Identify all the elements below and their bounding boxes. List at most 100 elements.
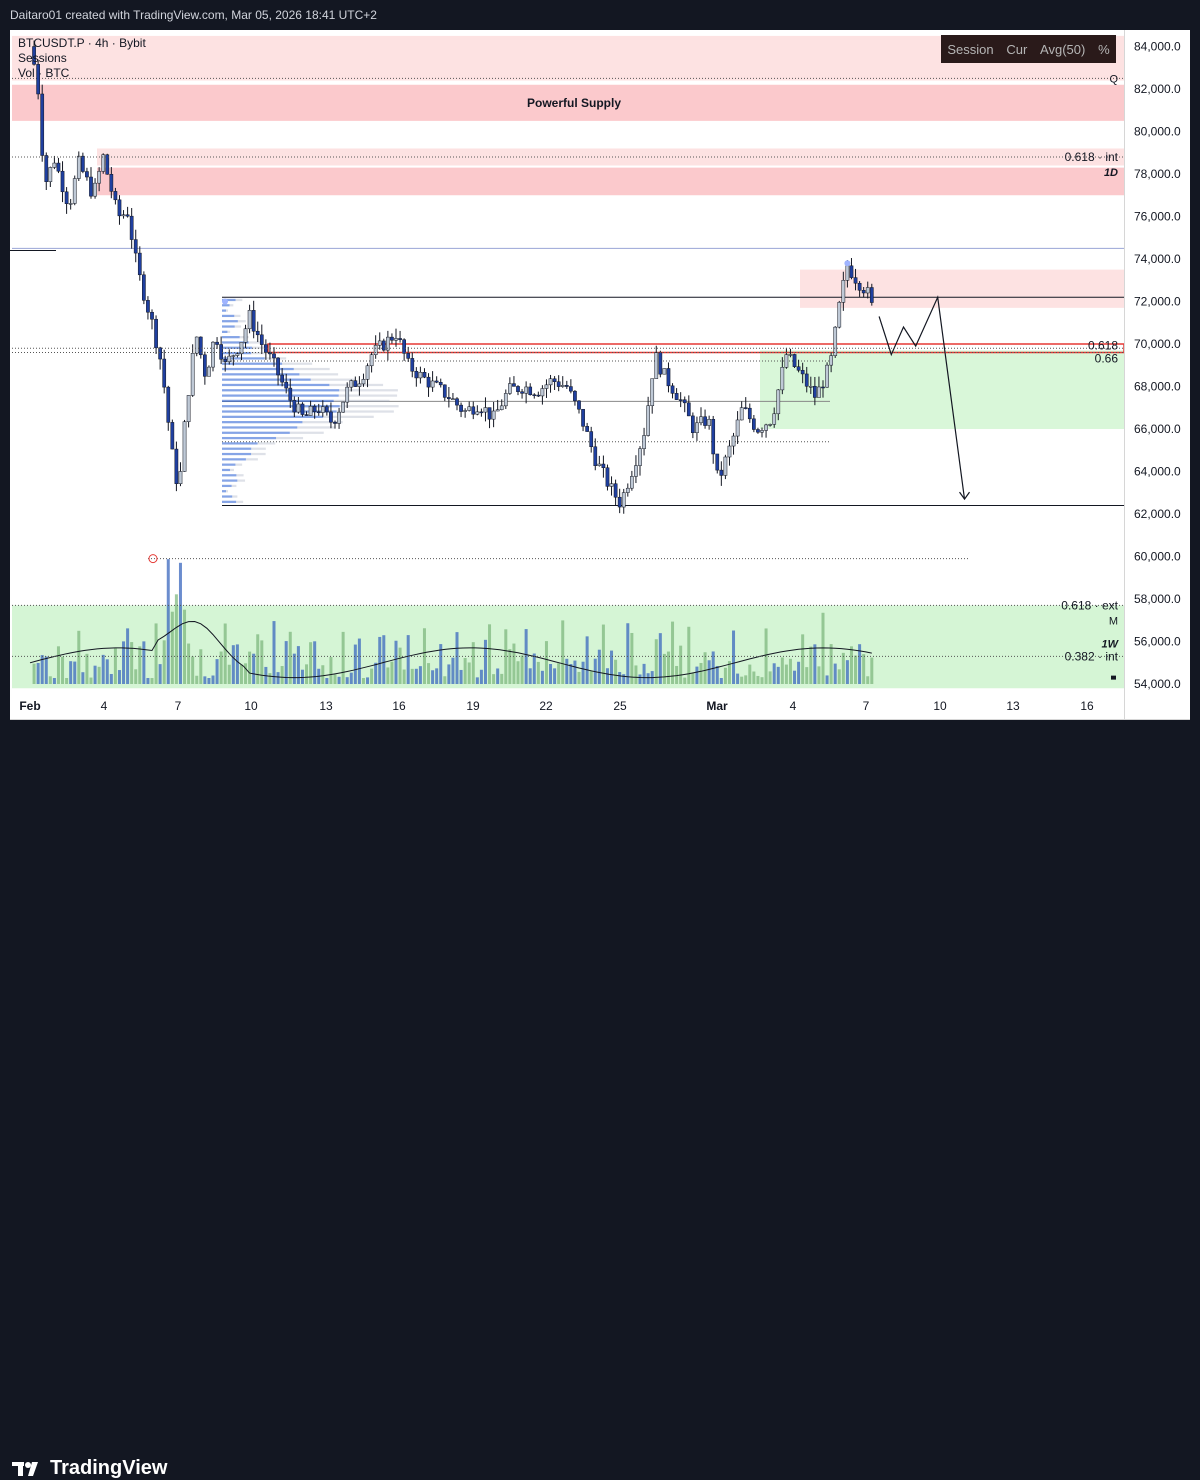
price-tick-label: 82,000.0 [1134, 82, 1181, 96]
volume-profile-bar [222, 447, 252, 450]
candle-body [60, 170, 65, 193]
candle-body [186, 395, 191, 422]
candle-body [219, 344, 223, 360]
volume-bar [56, 646, 60, 684]
candle-body [483, 407, 488, 413]
volume-profile-bar [226, 309, 228, 312]
candle-body [142, 274, 146, 301]
candle-body [817, 386, 821, 398]
volume-bar [386, 667, 390, 684]
fib-level-label: 0.382 · int [1065, 649, 1119, 663]
volume-bar [313, 641, 317, 684]
candle-body [381, 340, 386, 351]
candle-body [345, 386, 350, 403]
volume-bar [618, 672, 622, 684]
candle-body [81, 155, 85, 172]
volume-bar [268, 673, 272, 684]
volume-bar [475, 677, 479, 684]
volume-profile-bar [237, 320, 246, 323]
candle-body [97, 171, 101, 184]
candle-body [703, 416, 707, 426]
volume-bar [610, 650, 614, 684]
candle-body [776, 389, 781, 415]
volume-profile-bar [222, 415, 324, 418]
volume-bar [817, 666, 821, 684]
volume-bar [252, 653, 256, 684]
volume-profile-bar [251, 447, 266, 450]
candle-body [735, 419, 740, 437]
volume-bar [707, 660, 711, 684]
volume-label[interactable]: Vol · BTC [18, 66, 146, 81]
candle-body [129, 215, 134, 240]
volume-bar [178, 562, 182, 684]
candle-body [93, 182, 97, 197]
candle-body [325, 406, 329, 413]
candle-body [471, 406, 476, 415]
volume-bar [671, 621, 675, 684]
supply-demand-zone [97, 167, 1124, 196]
volume-bar [573, 660, 577, 684]
sessions-label[interactable]: Sessions [18, 51, 146, 66]
volume-bar [597, 649, 601, 684]
candle-body [813, 386, 817, 398]
volume-profile-bar [222, 367, 294, 371]
volume-bar [736, 673, 740, 684]
candle-body [573, 390, 577, 402]
candle-body [686, 402, 691, 417]
volume-bar [638, 674, 642, 684]
volume-bar [829, 644, 833, 684]
volume-profile-bar [222, 479, 238, 482]
date-tick-label: 7 [863, 699, 870, 713]
volume-bar [532, 653, 536, 684]
candle-body [243, 328, 248, 343]
volume-bar [288, 631, 292, 684]
volume-bar [65, 678, 69, 684]
candle-body [402, 339, 406, 354]
candle-body [691, 415, 695, 433]
date-tick-label: 16 [1080, 699, 1094, 713]
candle-body [304, 414, 309, 416]
candle-body [377, 340, 382, 346]
candle-body [621, 492, 626, 508]
candle-body [276, 357, 280, 376]
volume-profile-bar [222, 373, 300, 376]
candle-body [231, 355, 236, 357]
volume-profile-bar [236, 500, 244, 503]
candle-body [613, 483, 618, 498]
volume-bar [305, 664, 309, 684]
candle-body [719, 469, 724, 476]
volume-bar [390, 661, 394, 684]
volume-profile-bar [226, 490, 228, 493]
price-tick-label: 60,000.0 [1134, 550, 1181, 564]
volume-bar [683, 677, 687, 684]
price-chart[interactable]: Powerful Supply 84,000.0 82,000.0 80,000.0… [0, 0, 1200, 780]
volume-profile-bar [222, 304, 230, 307]
volume-bar [565, 658, 569, 684]
candle-body [133, 239, 138, 254]
profile-anchor-marker [222, 298, 228, 305]
volume-bar [471, 642, 475, 684]
candle-body [438, 382, 443, 386]
candle-body [223, 359, 228, 362]
volume-profile-bar [251, 452, 266, 456]
chart-legend[interactable]: BTCUSDT.P · 4h · Bybit Sessions Vol · BT… [18, 36, 146, 81]
symbol-label[interactable]: BTCUSDT.P · 4h · Bybit [18, 36, 146, 51]
volume-bar [382, 635, 386, 684]
volume-bar [402, 669, 406, 684]
volume-bar [646, 673, 650, 684]
volume-bar [370, 668, 374, 684]
tradingview-logo-icon [12, 1461, 38, 1476]
brand[interactable]: TradingView [12, 1457, 167, 1480]
candle-body [491, 410, 496, 420]
volume-profile-bar [310, 378, 356, 381]
candle-body [467, 406, 472, 411]
candle-body [312, 405, 317, 413]
candle-body [390, 336, 394, 341]
candle-body [414, 370, 419, 379]
volume-bar [280, 666, 284, 684]
candle-body [727, 445, 732, 458]
volume-bar [459, 669, 463, 684]
volume-profile-bar [222, 399, 334, 403]
candle-body [581, 408, 585, 427]
volume-profile-bar [229, 304, 234, 307]
